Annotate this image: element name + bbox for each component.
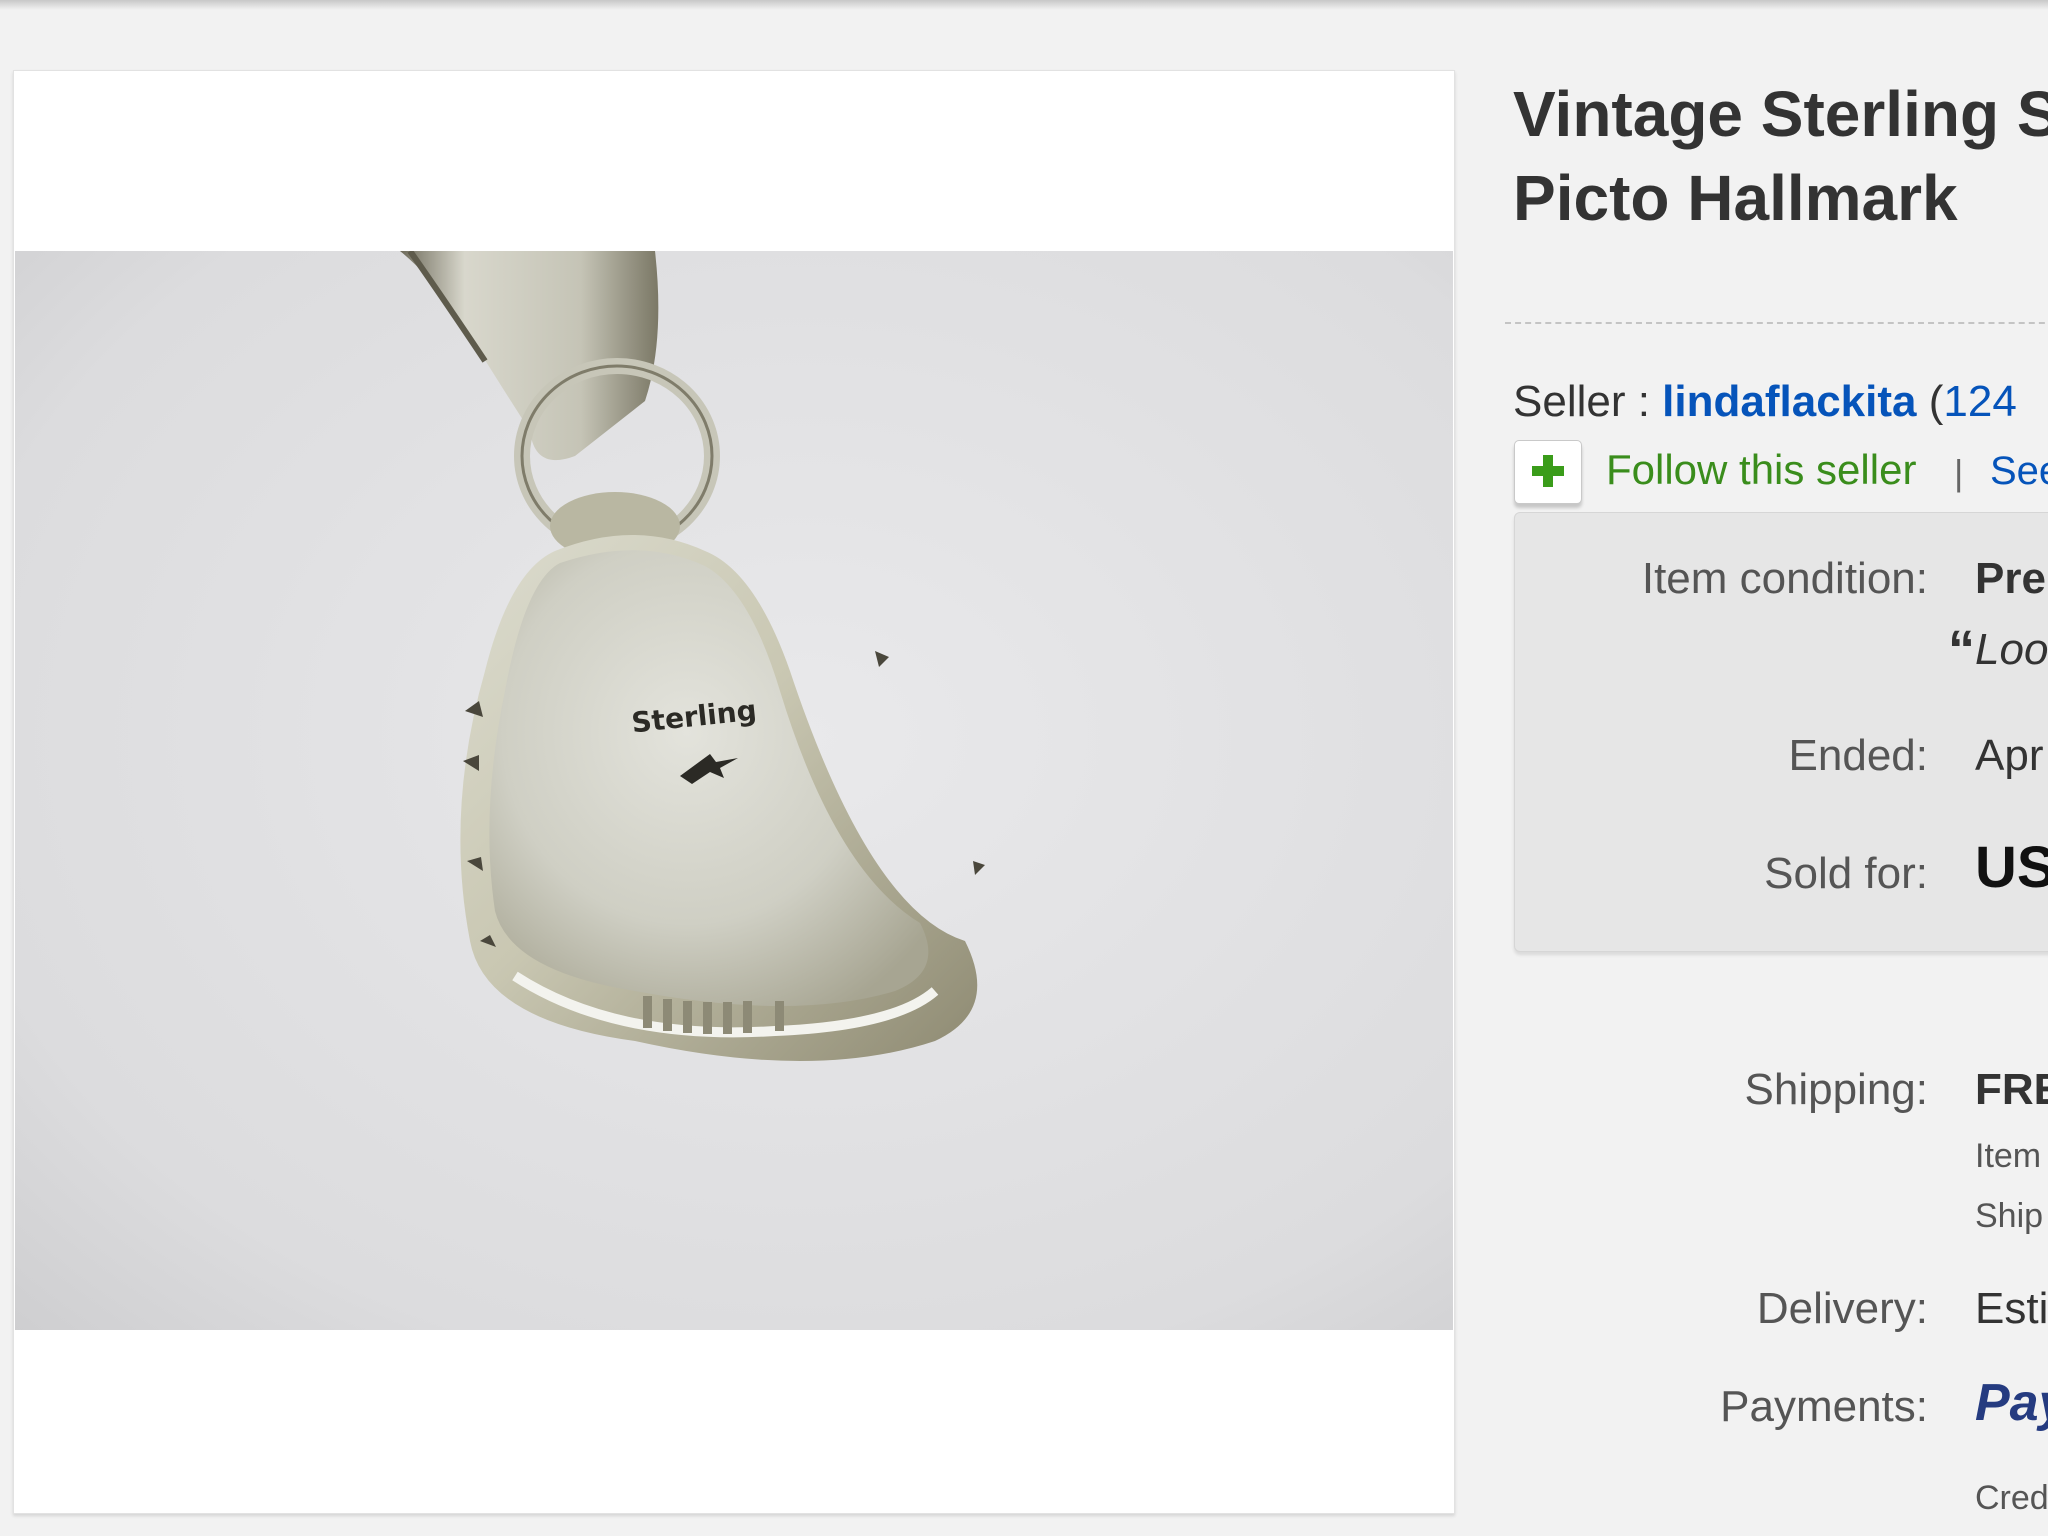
shipping-label: Shipping:	[1744, 1065, 1928, 1114]
listing-title-line-1: Vintage Sterling S	[1513, 78, 2048, 150]
item-location-note: Item	[1975, 1137, 2042, 1175]
link-separator: |	[1954, 452, 1964, 493]
ships-to-note: Ship	[1975, 1197, 2044, 1235]
seller-label: Seller :	[1513, 377, 1663, 426]
seller-name-link[interactable]: lindaflackita	[1662, 377, 1916, 426]
product-image-panel[interactable]: Sterling	[13, 70, 1455, 1514]
item-condition-value: Pre	[1975, 554, 2046, 603]
pendant-photo-graphic: Sterling	[15, 251, 1453, 1330]
payments-label: Payments:	[1720, 1382, 1928, 1431]
ended-value: Apr	[1975, 731, 2044, 780]
seller-info: Seller : lindaflackita (124	[1513, 372, 2017, 432]
follow-seller-button[interactable]	[1514, 440, 1582, 504]
plus-icon	[1532, 455, 1564, 487]
ended-label: Ended:	[1788, 731, 1928, 780]
listing-title-line-2: Picto Hallmark	[1513, 162, 1958, 234]
seller-feedback-count-link[interactable]: 124	[1943, 377, 2016, 426]
paypal-logo: Pay	[1975, 1374, 2048, 1432]
condition-description: “Loo	[1948, 622, 2048, 678]
see-other-items-link[interactable]: See	[1990, 444, 2048, 498]
shipping-value: FRE	[1975, 1065, 2048, 1114]
follow-seller-link[interactable]: Follow this seller	[1606, 442, 1916, 498]
sold-for-label: Sold for:	[1764, 849, 1928, 898]
delivery-label: Delivery:	[1756, 1284, 1928, 1333]
listing-title: Vintage Sterling S Picto Hallmark	[1513, 72, 2048, 240]
delivery-value: Esti	[1975, 1284, 2048, 1333]
seller-feedback-paren: (	[1916, 377, 1944, 426]
window-top-edge	[0, 0, 2048, 10]
condition-quote-text: Loo	[1975, 625, 2048, 674]
credit-cards-note: Cred	[1975, 1479, 2048, 1517]
item-condition-label: Item condition:	[1641, 554, 1928, 603]
product-photo[interactable]: Sterling	[15, 251, 1453, 1330]
sold-price-value: US	[1975, 835, 2048, 900]
quote-mark: “	[1948, 620, 1975, 680]
section-divider	[1505, 322, 2048, 324]
